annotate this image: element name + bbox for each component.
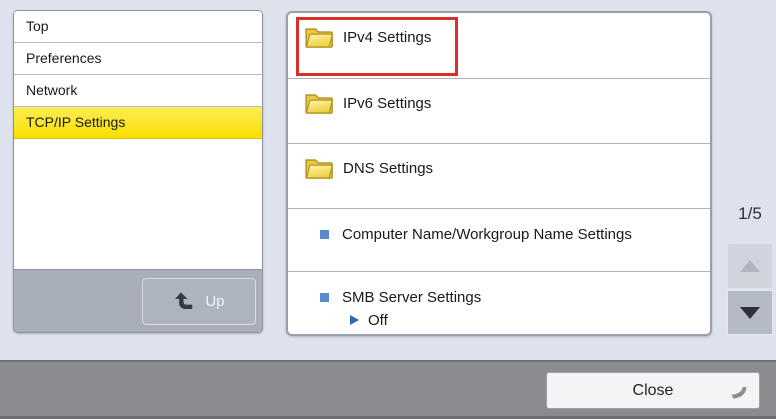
- up-arrow-icon: [173, 291, 194, 312]
- list-item-label: DNS Settings: [343, 160, 433, 177]
- return-arrow-icon: [730, 386, 748, 401]
- navigation-sidebar: Top Preferences Network TCP/IP Settings …: [13, 10, 263, 333]
- page-indicator: 1/5: [727, 204, 773, 224]
- value-arrow-icon: [350, 315, 359, 325]
- close-button[interactable]: Close: [546, 372, 760, 409]
- sidebar-item-network[interactable]: Network: [14, 75, 262, 107]
- up-button-label: Up: [205, 293, 224, 310]
- list-item-label: SMB Server Settings: [342, 289, 481, 306]
- list-item-value: Off: [368, 312, 388, 329]
- scroll-down-button[interactable]: [727, 290, 773, 335]
- triangle-down-icon: [740, 307, 760, 319]
- scroll-up-button[interactable]: [727, 243, 773, 289]
- folder-icon: [304, 24, 334, 50]
- list-item-label: IPv6 Settings: [343, 95, 431, 112]
- sidebar-item-preferences[interactable]: Preferences: [14, 43, 262, 75]
- sidebar-item-top[interactable]: Top: [14, 11, 262, 43]
- square-bullet-icon: [320, 293, 329, 302]
- navigation-list: Top Preferences Network TCP/IP Settings: [14, 11, 262, 270]
- folder-icon: [304, 155, 334, 181]
- list-item-label: Computer Name/Workgroup Name Settings: [342, 226, 632, 243]
- triangle-up-icon: [740, 260, 760, 272]
- folder-icon: [304, 90, 334, 116]
- list-item-smb-server-settings[interactable]: SMB Server Settings Off: [288, 272, 710, 335]
- up-button[interactable]: Up: [142, 278, 256, 325]
- list-item-label: IPv4 Settings: [343, 29, 431, 46]
- list-item-dns-settings[interactable]: DNS Settings: [288, 144, 710, 209]
- list-item-computer-name-settings[interactable]: Computer Name/Workgroup Name Settings: [288, 209, 710, 272]
- sidebar-item-tcpip-settings[interactable]: TCP/IP Settings: [14, 107, 262, 139]
- list-item-ipv6-settings[interactable]: IPv6 Settings: [288, 79, 710, 144]
- settings-screen: Top Preferences Network TCP/IP Settings …: [0, 0, 776, 419]
- square-bullet-icon: [320, 230, 329, 239]
- settings-list-panel: IPv4 Settings IPv6 Settings: [286, 11, 712, 336]
- close-button-label: Close: [633, 382, 674, 400]
- list-item-ipv4-settings[interactable]: IPv4 Settings: [288, 13, 710, 79]
